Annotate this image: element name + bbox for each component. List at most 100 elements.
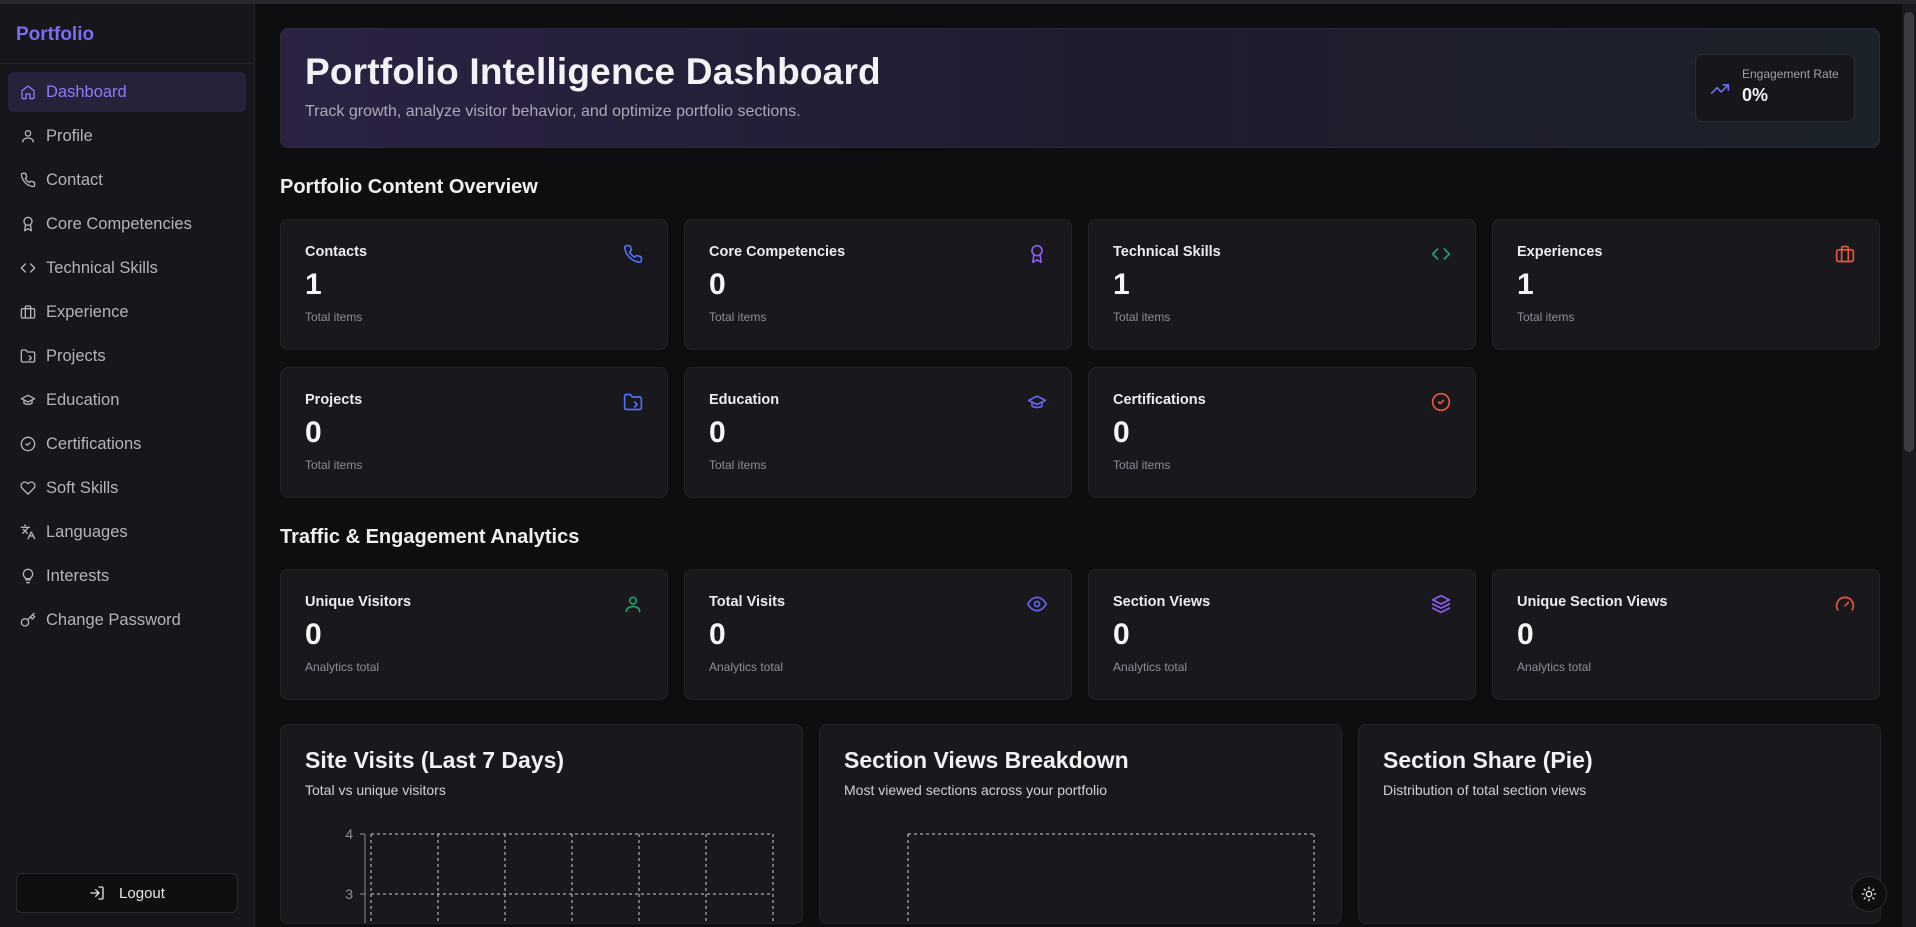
user-icon <box>22 130 34 143</box>
chart-title: Site Visits (Last 7 Days) <box>305 747 565 773</box>
card-value: 0 <box>1113 416 1130 449</box>
section-share-pie-card: Section Share (Pie) Distribution of tota… <box>1358 724 1881 924</box>
site-visits-chart[interactable]: 4 3 <box>281 820 803 924</box>
logout-label: Logout <box>119 884 165 902</box>
card-title: Certifications <box>1113 392 1206 408</box>
phone-icon <box>623 244 643 264</box>
card-title: Education <box>709 392 780 408</box>
section-views-card[interactable]: Section Views 0 Analytics total <box>1088 569 1476 700</box>
card-title: Technical Skills <box>1113 244 1221 260</box>
card-subtitle: Analytics total <box>1517 660 1592 674</box>
eye-icon <box>1027 596 1047 612</box>
card-value: 0 <box>305 416 322 449</box>
sidebar-nav: Dashboard Profile Contact Core Competenc… <box>0 64 254 652</box>
card-value: 0 <box>709 618 726 651</box>
gauge-icon <box>1835 596 1855 611</box>
award-icon <box>23 216 33 232</box>
analytics-title: Traffic & Engagement Analytics <box>280 526 580 548</box>
check-circle-icon <box>1431 392 1451 412</box>
sidebar-item-label: Education <box>46 390 120 409</box>
page-subtitle: Track growth, analyze visitor behavior, … <box>305 103 801 120</box>
award-icon <box>1031 244 1043 264</box>
sun-icon <box>1861 886 1877 902</box>
folder-icon <box>20 349 36 363</box>
card-title: Unique Section Views <box>1517 594 1668 610</box>
content-overview-grid: Contacts 1 Total items Core Competencies… <box>280 219 1880 498</box>
lightbulb-icon <box>22 568 34 584</box>
languages-icon <box>20 524 36 540</box>
sidebar-item-education[interactable]: Education <box>8 380 246 420</box>
trending-up-icon <box>1710 84 1730 94</box>
card-value: 1 <box>305 268 322 301</box>
engagement-rate-label: Engagement Rate <box>1742 67 1839 81</box>
education-card[interactable]: Education 0 Total items <box>684 367 1072 498</box>
card-title: Core Competencies <box>709 244 846 260</box>
sidebar-item-label: Core Competencies <box>46 214 192 233</box>
contacts-card[interactable]: Contacts 1 Total items <box>280 219 668 350</box>
unique-section-views-card[interactable]: Unique Section Views 0 Analytics total <box>1492 569 1880 700</box>
card-title: Projects <box>305 392 363 408</box>
sidebar-item-certifications[interactable]: Certifications <box>8 424 246 464</box>
card-title: Total Visits <box>709 594 786 610</box>
charts-row: Site Visits (Last 7 Days) Total vs uniqu… <box>280 724 1881 924</box>
briefcase-icon <box>1835 245 1855 263</box>
scrollbar-thumb[interactable] <box>1904 12 1914 452</box>
certifications-card[interactable]: Certifications 0 Total items <box>1088 367 1476 498</box>
sidebar-item-label: Profile <box>46 126 93 145</box>
key-icon <box>20 612 36 627</box>
total-visits-card[interactable]: Total Visits 0 Analytics total <box>684 569 1072 700</box>
card-subtitle: Total items <box>305 310 363 324</box>
window-top-border <box>0 0 1916 4</box>
y-tick-label: 3 <box>345 886 353 902</box>
sidebar-item-profile[interactable]: Profile <box>8 116 246 156</box>
code-icon <box>20 263 36 273</box>
brand-logo[interactable]: Portfolio <box>0 4 254 64</box>
section-views-breakdown-card: Section Views Breakdown Most viewed sect… <box>819 724 1342 924</box>
sidebar-item-soft-skills[interactable]: Soft Skills <box>8 468 246 508</box>
sidebar-item-core-competencies[interactable]: Core Competencies <box>8 204 246 244</box>
chart-subtitle: Most viewed sections across your portfol… <box>844 782 1107 798</box>
card-title: Section Views <box>1113 594 1211 610</box>
sidebar-item-label: Experience <box>46 302 129 321</box>
card-value: 0 <box>1517 618 1534 651</box>
sidebar-item-languages[interactable]: Languages <box>8 512 246 552</box>
core-competencies-card[interactable]: Core Competencies 0 Total items <box>684 219 1072 350</box>
technical-skills-card[interactable]: Technical Skills 1 Total items <box>1088 219 1476 350</box>
projects-card[interactable]: Projects 0 Total items <box>280 367 668 498</box>
sidebar-item-interests[interactable]: Interests <box>8 556 246 596</box>
page-scrollbar[interactable] <box>1902 4 1916 927</box>
card-title: Experiences <box>1517 244 1603 260</box>
sidebar-item-change-password[interactable]: Change Password <box>8 600 246 640</box>
sidebar-item-projects[interactable]: Projects <box>8 336 246 376</box>
site-visits-chart-card: Site Visits (Last 7 Days) Total vs uniqu… <box>280 724 803 924</box>
section-views-chart[interactable] <box>820 820 1342 924</box>
layers-icon <box>1431 594 1451 614</box>
chart-title: Section Views Breakdown <box>844 747 1129 773</box>
content-overview-title: Portfolio Content Overview <box>280 176 538 198</box>
card-value: 1 <box>1113 268 1130 301</box>
logout-button[interactable]: Logout <box>16 873 238 913</box>
sidebar-item-dashboard[interactable]: Dashboard <box>8 72 246 112</box>
y-tick-label: 4 <box>345 826 353 842</box>
main-content: Portfolio Intelligence Dashboard Track g… <box>280 28 1881 924</box>
card-subtitle: Analytics total <box>709 660 784 674</box>
experiences-card[interactable]: Experiences 1 Total items <box>1492 219 1880 350</box>
chart-subtitle: Distribution of total section views <box>1383 782 1587 798</box>
briefcase-icon <box>20 305 36 319</box>
card-value: 0 <box>305 618 322 651</box>
card-value: 0 <box>1113 618 1130 651</box>
unique-visitors-card[interactable]: Unique Visitors 0 Analytics total <box>280 569 668 700</box>
sidebar-item-label: Projects <box>46 346 106 365</box>
home-icon <box>21 85 35 100</box>
graduation-cap-icon <box>20 394 36 405</box>
card-subtitle: Total items <box>709 310 767 324</box>
theme-toggle-button[interactable] <box>1851 876 1887 912</box>
sidebar-item-label: Contact <box>46 170 103 189</box>
sidebar-item-contact[interactable]: Contact <box>8 160 246 200</box>
sidebar-item-label: Soft Skills <box>46 478 119 497</box>
chart-subtitle: Total vs unique visitors <box>305 782 446 798</box>
sidebar-item-experience[interactable]: Experience <box>8 292 246 332</box>
page-title: Portfolio Intelligence Dashboard <box>305 51 881 92</box>
sidebar-item-technical-skills[interactable]: Technical Skills <box>8 248 246 288</box>
grid-lines <box>370 833 774 923</box>
